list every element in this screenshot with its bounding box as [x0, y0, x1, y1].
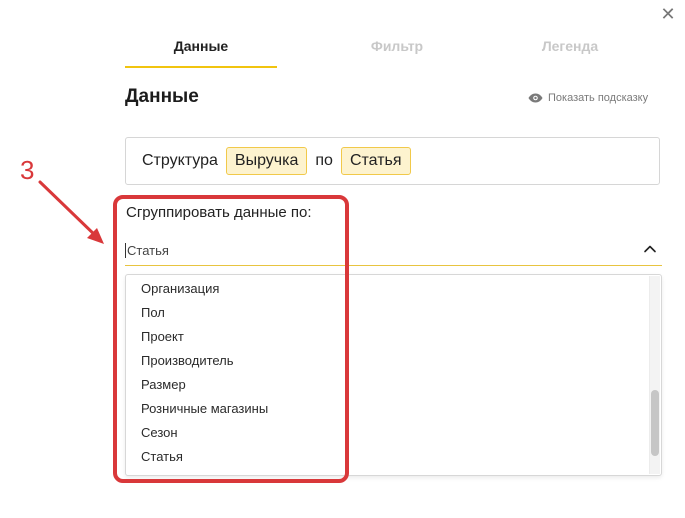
- annotation-arrow-icon: [38, 180, 104, 244]
